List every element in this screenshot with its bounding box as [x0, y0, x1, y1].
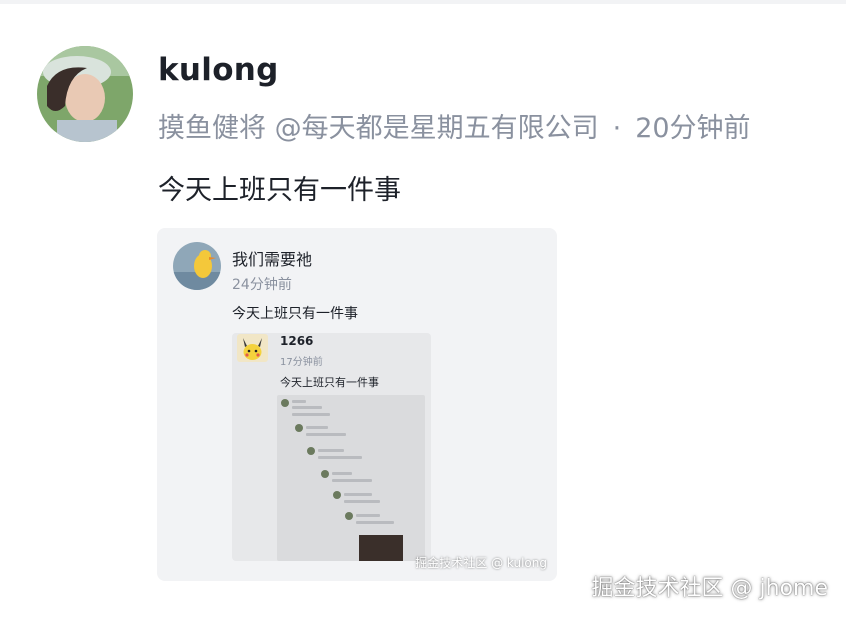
- thumbnail-line: [332, 479, 372, 482]
- thumbnail-line: [292, 413, 330, 416]
- quoted-author-name[interactable]: 我们需要祂: [232, 246, 312, 270]
- author-avatar[interactable]: [37, 46, 133, 142]
- author-name[interactable]: kulong: [158, 52, 279, 88]
- thumbnail-avatar-dot: [345, 512, 353, 520]
- nested-screenshot-thumbnail[interactable]: [277, 395, 425, 561]
- nested-author-name[interactable]: 1266: [280, 334, 313, 348]
- quoted-post-time: 24分钟前: [232, 277, 292, 293]
- thumbnail-line: [292, 406, 322, 409]
- thumbnail-photo: [359, 535, 403, 561]
- top-divider: [0, 0, 846, 4]
- post-content: 今天上班只有一件事: [158, 175, 401, 206]
- quoted-post-card[interactable]: 我们需要祂 24分钟前 今天上班只有一件事 1266 17分钟前 今天上班只有一…: [157, 228, 557, 581]
- nested-post-time: 17分钟前: [280, 357, 323, 368]
- quoted-author-avatar[interactable]: [173, 242, 221, 290]
- thumbnail-avatar-dot: [321, 470, 329, 478]
- nested-quoted-post[interactable]: 1266 17分钟前 今天上班只有一件事: [232, 333, 431, 561]
- thumbnail-line: [318, 456, 362, 459]
- post-time: 20分钟前: [635, 113, 751, 144]
- duck-avatar-image: [173, 242, 221, 290]
- nested-post-content: 今天上班只有一件事: [280, 376, 379, 389]
- author-title: 摸鱼健将 @每天都是星期五有限公司: [158, 113, 599, 144]
- card-watermark: 掘金技术社区 @ kulong: [415, 556, 547, 570]
- page-watermark: 掘金技术社区 @ jhome: [591, 576, 828, 601]
- thumbnail-line: [306, 433, 346, 436]
- thumbnail-line: [356, 521, 394, 524]
- post-meta: 摸鱼健将 @每天都是星期五有限公司 · 20分钟前: [158, 106, 751, 145]
- meta-separator: ·: [612, 113, 622, 144]
- thumbnail-line: [344, 493, 372, 496]
- thumbnail-line: [318, 449, 344, 452]
- thumbnail-avatar-dot: [281, 399, 289, 407]
- nested-author-avatar[interactable]: [237, 334, 268, 362]
- thumbnail-avatar-dot: [333, 491, 341, 499]
- pikachu-avatar-image: [237, 334, 268, 362]
- thumbnail-line: [292, 400, 306, 403]
- thumbnail-avatar-dot: [307, 447, 315, 455]
- quoted-post-content: 今天上班只有一件事: [232, 306, 358, 322]
- thumbnail-line: [356, 514, 380, 517]
- thumbnail-avatar-dot: [295, 424, 303, 432]
- thumbnail-line: [332, 472, 352, 475]
- thumbnail-line: [306, 426, 328, 429]
- thumbnail-line: [344, 500, 380, 503]
- avatar-photo: [37, 46, 133, 142]
